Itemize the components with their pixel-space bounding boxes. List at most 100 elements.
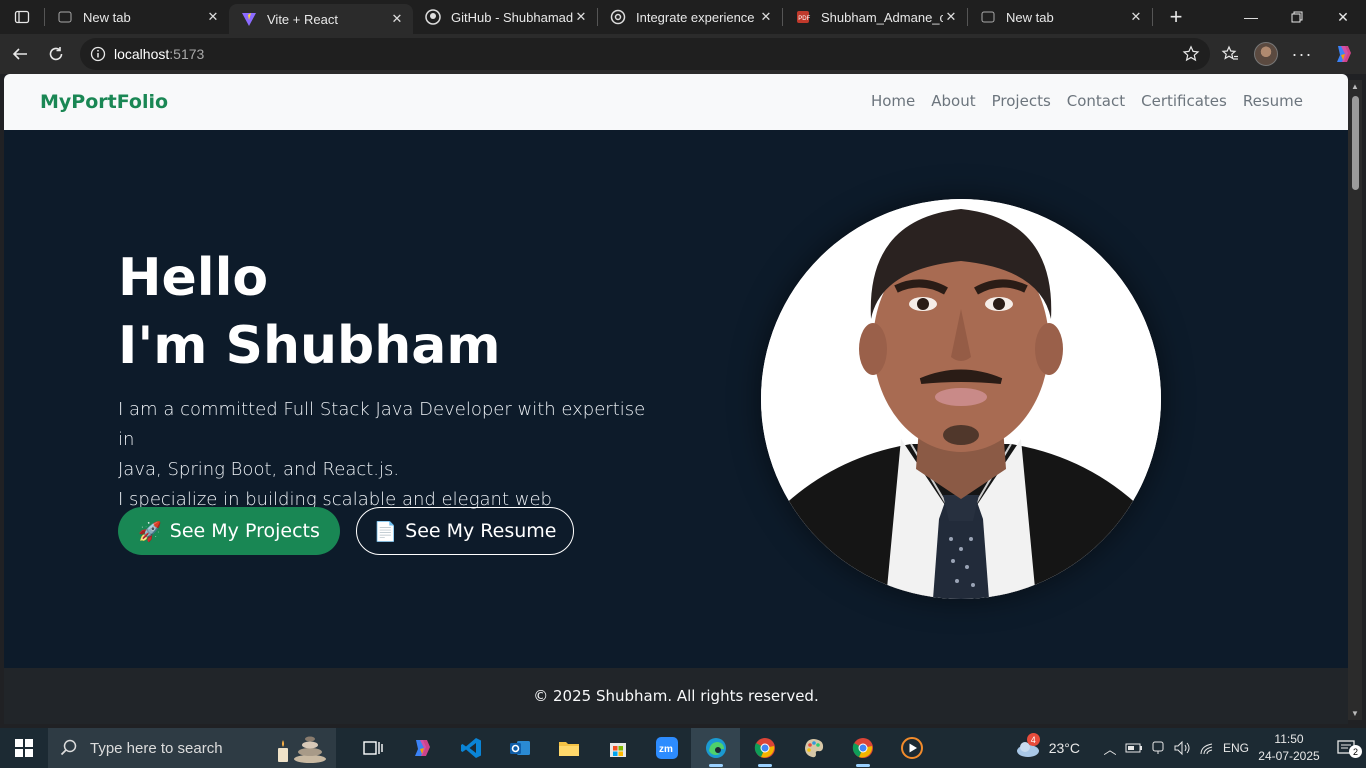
- github-icon: [425, 9, 441, 25]
- system-tray: 4 23°C ︿ ENG 11:50 24-07-2025 2: [1015, 728, 1366, 768]
- search-placeholder: Type here to search: [90, 739, 223, 757]
- vscode-icon: [460, 738, 481, 758]
- close-tab-icon[interactable]: ✕: [573, 9, 589, 25]
- restore-button[interactable]: [1274, 0, 1320, 34]
- tab-vite-react[interactable]: Vite + React ✕: [229, 4, 413, 34]
- nav-links: Home About Projects Contact Certificates…: [871, 92, 1303, 110]
- openai-icon: [610, 9, 626, 25]
- notification-center-button[interactable]: 2: [1326, 739, 1366, 758]
- footer-copyright: © 2025 Shubham. All rights reserved.: [533, 687, 819, 705]
- weather-widget[interactable]: 4 23°C: [1015, 733, 1080, 758]
- taskbar-chrome-1[interactable]: [740, 728, 789, 768]
- browser-toolbar: localhost:5173 ···: [0, 34, 1366, 74]
- volume-icon[interactable]: [1170, 740, 1194, 756]
- folder-icon: [558, 742, 579, 756]
- profile-avatar: [1254, 42, 1278, 66]
- hero-greeting: Hello: [118, 248, 269, 308]
- address-bar[interactable]: localhost:5173: [80, 38, 1210, 70]
- tab-separator: [1152, 8, 1153, 26]
- close-tab-icon[interactable]: ✕: [205, 9, 221, 25]
- favorite-star-icon[interactable]: [1182, 45, 1200, 63]
- taskbar-edge[interactable]: [691, 728, 740, 768]
- see-projects-label: See My Projects: [169, 520, 320, 542]
- tab-integrate-experience[interactable]: Integrate experience se ✕: [598, 0, 782, 34]
- minimize-button[interactable]: —: [1228, 0, 1274, 34]
- nav-about[interactable]: About: [931, 92, 975, 110]
- weather-alert-badge: 4: [1026, 733, 1040, 746]
- tab-new-tab-1[interactable]: New tab ✕: [45, 0, 229, 34]
- nav-contact[interactable]: Contact: [1067, 92, 1125, 110]
- tab-title: Vite + React: [267, 11, 338, 27]
- url-port: :5173: [169, 46, 205, 62]
- page-scrollbar[interactable]: ▲ ▼: [1348, 80, 1362, 720]
- back-button[interactable]: [2, 38, 38, 70]
- outlook-icon: [509, 741, 530, 755]
- see-resume-label: See My Resume: [405, 520, 557, 542]
- taskbar-task-view[interactable]: [348, 728, 397, 768]
- nav-home[interactable]: Home: [871, 92, 915, 110]
- close-tab-icon[interactable]: ✕: [389, 11, 405, 27]
- plus-icon: +: [1169, 4, 1183, 29]
- tab-actions-button[interactable]: [0, 0, 44, 34]
- tab-new-tab-2[interactable]: New tab ✕: [968, 0, 1152, 34]
- site-info-icon[interactable]: [90, 46, 106, 62]
- network-icon[interactable]: [1194, 741, 1220, 755]
- store-icon: [609, 743, 626, 757]
- brand-logo[interactable]: MyPortFolio: [40, 91, 168, 113]
- taskbar-paint[interactable]: [789, 728, 838, 768]
- new-tab-button[interactable]: +: [1159, 2, 1193, 32]
- battery-icon[interactable]: [1122, 742, 1146, 754]
- scroll-thumb[interactable]: [1352, 96, 1359, 190]
- media-player-icon: [900, 737, 923, 759]
- copilot-button[interactable]: [1320, 34, 1366, 74]
- tab-title: New tab: [83, 9, 131, 25]
- refresh-button[interactable]: [38, 38, 74, 70]
- taskbar-store[interactable]: [593, 728, 642, 768]
- favorites-icon: [1221, 45, 1238, 60]
- scroll-down-icon[interactable]: ▼: [1351, 709, 1359, 718]
- taskbar-copilot[interactable]: [397, 728, 446, 768]
- hero-section: Hello I'm Shubham I am a committed Full …: [4, 130, 1348, 668]
- close-tab-icon[interactable]: ✕: [943, 9, 959, 25]
- notification-count-badge: 2: [1349, 745, 1362, 758]
- clock[interactable]: 11:50 24-07-2025: [1252, 731, 1326, 765]
- profile-button[interactable]: [1248, 34, 1284, 74]
- profile-photo: [761, 199, 1161, 599]
- taskbar-file-explorer[interactable]: [544, 728, 593, 768]
- tab-github[interactable]: GitHub - Shubhamadm ✕: [413, 0, 597, 34]
- close-window-button[interactable]: ✕: [1320, 0, 1366, 34]
- hero-description-line: Java, Spring Boot, and React.js.: [118, 459, 400, 480]
- show-hidden-icons-button[interactable]: ︿: [1098, 739, 1122, 758]
- see-projects-button[interactable]: 🚀 See My Projects: [118, 507, 340, 555]
- tab-title: GitHub - Shubhamadm: [451, 9, 573, 25]
- close-tab-icon[interactable]: ✕: [758, 9, 774, 25]
- scroll-up-icon[interactable]: ▲: [1351, 82, 1359, 91]
- vite-icon: [241, 11, 257, 27]
- tab-cv-pdf[interactable]: PDF Shubham_Admane_cv.p ✕: [783, 0, 967, 34]
- edge-icon: [705, 738, 726, 758]
- start-button[interactable]: [0, 728, 48, 768]
- nav-certificates[interactable]: Certificates: [1141, 92, 1227, 110]
- clock-date: 24-07-2025: [1258, 749, 1320, 763]
- taskbar-chrome-2[interactable]: [838, 728, 887, 768]
- svg-text:PDF: PDF: [798, 16, 810, 22]
- minimize-icon: —: [1244, 9, 1258, 25]
- taskbar-vscode[interactable]: [446, 728, 495, 768]
- weather-temp: 23°C: [1048, 740, 1080, 756]
- nav-resume[interactable]: Resume: [1243, 92, 1303, 110]
- more-dots-icon: ···: [1291, 43, 1313, 64]
- windows-taskbar: Type here to search zm 4 23°C ︿ ENG 11:5…: [0, 728, 1366, 768]
- paint-palette-icon: [804, 739, 823, 758]
- toolbar-right: ···: [1212, 34, 1366, 74]
- taskbar-search[interactable]: Type here to search: [48, 728, 336, 768]
- close-tab-icon[interactable]: ✕: [1128, 9, 1144, 25]
- see-resume-button[interactable]: 📄 See My Resume: [356, 507, 574, 555]
- nav-projects[interactable]: Projects: [992, 92, 1051, 110]
- taskbar-media-player[interactable]: [887, 728, 936, 768]
- meet-now-icon[interactable]: [1146, 740, 1170, 756]
- favorites-button[interactable]: [1212, 34, 1248, 74]
- language-indicator[interactable]: ENG: [1220, 741, 1252, 755]
- more-menu-button[interactable]: ···: [1284, 34, 1320, 74]
- taskbar-zoom[interactable]: zm: [642, 728, 691, 768]
- taskbar-outlook[interactable]: [495, 728, 544, 768]
